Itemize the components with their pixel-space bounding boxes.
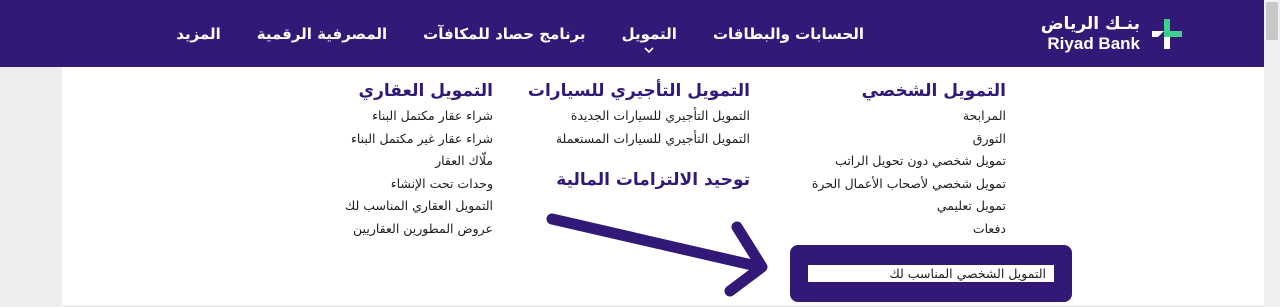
menu-link[interactable]: المرابحة <box>812 105 1006 128</box>
menu-link[interactable]: التمويل التأجيري للسيارات المستعملة <box>528 128 750 151</box>
nav-label: برنامج حصاد للمكافآت <box>423 24 586 43</box>
menu-title-debt-consolidation[interactable]: توحيد الالتزامات المالية <box>528 170 750 190</box>
menu-link[interactable]: شراء عقار مكتمل البناء <box>345 105 493 128</box>
menu-title-personal[interactable]: التمويل الشخصي <box>812 81 1006 101</box>
riyad-bank-logo-icon <box>1150 17 1184 51</box>
menu-link-highlighted[interactable]: التمويل الشخصي المناسب لك <box>808 265 1054 282</box>
brand-logo[interactable]: بنـك الرياض Riyad Bank <box>1041 14 1184 54</box>
menu-link[interactable]: تمويل تعليمي <box>812 195 1006 218</box>
page: بنـك الرياض Riyad Bank الحسابات والبطاقا… <box>0 0 1280 307</box>
menu-link[interactable]: التمويل التأجيري للسيارات الجديدة <box>528 105 750 128</box>
menu-link-label: التمويل الشخصي المناسب لك <box>889 266 1046 281</box>
nav-item-rewards[interactable]: برنامج حصاد للمكافآت <box>405 0 603 67</box>
menu-link[interactable]: التمويل العقاري المناسب لك <box>345 195 493 218</box>
nav-label: المصرفية الرقمية <box>256 24 388 43</box>
brand-name-en: Riyad Bank <box>1047 34 1140 53</box>
nav-label: الحسابات والبطاقات <box>712 24 864 43</box>
nav-item-accounts-cards[interactable]: الحسابات والبطاقات <box>695 0 882 67</box>
arrow-icon <box>546 213 768 297</box>
menu-link[interactable]: شراء عقار غير مكتمل البناء <box>345 128 493 151</box>
menu-column-auto: التمويل التأجيري للسيارات التمويل التأجي… <box>528 81 750 194</box>
menu-link[interactable]: عروض المطورين العقاريين <box>345 218 493 241</box>
scrollbar-thumb[interactable] <box>1266 2 1278 40</box>
menu-title-realestate[interactable]: التمويل العقاري <box>345 81 493 101</box>
menu-column-realestate: التمويل العقاري شراء عقار مكتمل البناء ش… <box>345 81 493 240</box>
nav-label: التمويل <box>621 24 677 43</box>
chevron-down-icon <box>644 47 654 54</box>
menu-link[interactable]: تمويل شخصي دون تحويل الراتب <box>812 150 1006 173</box>
top-navbar: بنـك الرياض Riyad Bank الحسابات والبطاقا… <box>0 0 1264 67</box>
nav-item-digital-banking[interactable]: المصرفية الرقمية <box>239 0 405 67</box>
nav-label: المزيد <box>176 24 221 43</box>
menu-link[interactable]: وحدات تحت الإنشاء <box>345 173 493 196</box>
menu-link[interactable]: التورق <box>812 128 1006 151</box>
scrollbar-track[interactable] <box>1264 0 1280 307</box>
menu-column-personal: التمويل الشخصي المرابحة التورق تمويل شخص… <box>812 81 1006 240</box>
menu-link[interactable]: ملّاك العقار <box>345 150 493 173</box>
menu-link[interactable]: تمويل شخصي لأصحاب الأعمال الحرة <box>812 173 1006 196</box>
menu-title-auto[interactable]: التمويل التأجيري للسيارات <box>528 81 750 101</box>
nav-item-more[interactable]: المزيد <box>158 0 238 67</box>
main-nav: الحسابات والبطاقات التمويل برنامج حصاد ل… <box>158 0 882 67</box>
nav-item-financing[interactable]: التمويل <box>604 0 695 67</box>
menu-link[interactable]: دفعات <box>812 218 1006 241</box>
brand-name-ar: بنـك الرياض <box>1040 14 1140 34</box>
